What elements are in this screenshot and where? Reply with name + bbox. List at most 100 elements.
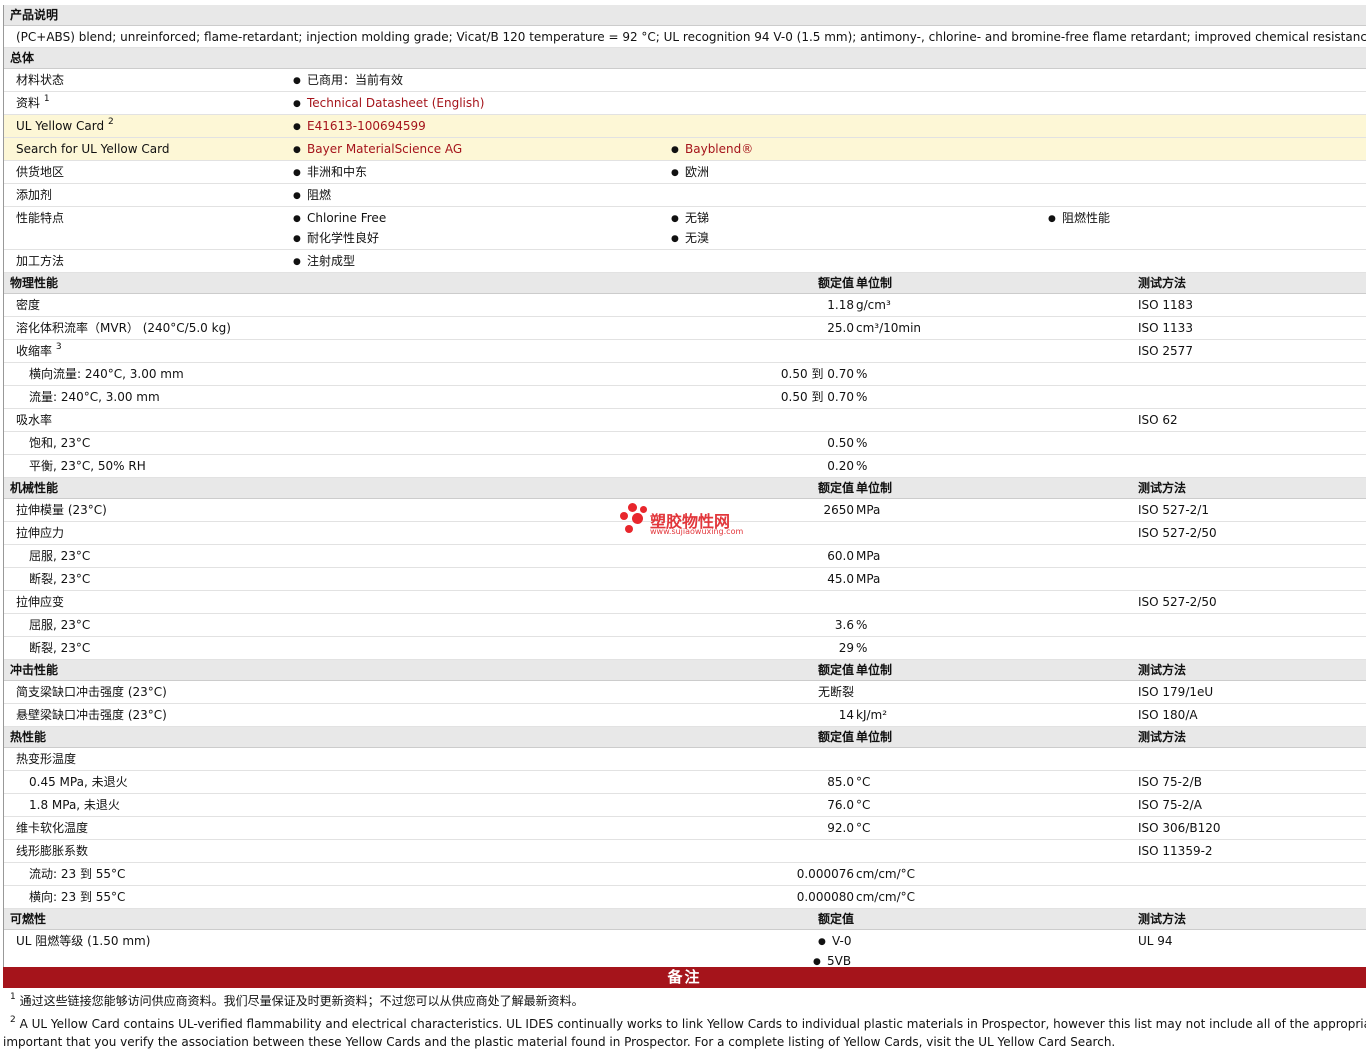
property-row: 线形膨胀系数 ISO 11359-2	[4, 840, 1366, 863]
property-unit: MPa	[856, 572, 881, 586]
test-method: ISO 527-2/50	[1138, 595, 1217, 609]
footnote-2: 2 A UL Yellow Card contains UL-verified …	[10, 1015, 1366, 1032]
property-row: 屈服, 23°C 3.6%	[4, 614, 1366, 637]
property-label: 热变形温度	[16, 752, 77, 766]
col-header-value: 额定值	[817, 481, 854, 495]
property-label: 线形膨胀系数	[16, 844, 89, 858]
bullet-icon: ●	[1048, 214, 1056, 224]
bullet-icon: ●	[293, 145, 301, 155]
property-row: 断裂, 23°C 45.0 MPa	[4, 568, 1366, 591]
test-method: ISO 180/A	[1138, 708, 1198, 722]
property-unit: °C	[856, 775, 871, 789]
section-title: 可燃性	[10, 912, 47, 926]
property-unit: cm³/10min	[856, 321, 922, 335]
property-label: 1.8 MPa, 未退火	[29, 798, 120, 812]
property-unit: °C	[856, 821, 871, 835]
footnote-1: 1 通过这些链接您能够访问供应商资料。我们尽量保证及时更新资料；不过您可以从供应…	[10, 992, 584, 1009]
additive-value: 阻燃	[307, 188, 332, 202]
property-label: 拉伸应力	[16, 526, 65, 540]
property-unit: %	[856, 390, 868, 404]
status-row: 材料状态 ● 已商用：当前有效	[4, 69, 1366, 92]
bullet-icon: ●	[671, 214, 679, 224]
property-unit: cm/cm/°C	[856, 867, 916, 881]
bullet-icon: ●	[293, 99, 301, 109]
section-title: 冲击性能	[10, 663, 59, 677]
col-header-unit: 单位制	[856, 663, 893, 677]
property-row: 平衡, 23°C, 50% RH 0.20%	[4, 455, 1366, 478]
watermark-url: www.sujiaowuxing.com	[650, 527, 744, 536]
section-header-general: 总体	[4, 48, 1366, 69]
property-row: 流量: 240°C, 3.00 mm 0.50 到 0.70%	[4, 386, 1366, 409]
property-unit: %	[856, 459, 868, 473]
property-label: 流量: 240°C, 3.00 mm	[29, 390, 160, 404]
property-row: 溶化体积流率（MVR） (240°C/5.0 kg) 25.0 cm³/10min I…	[4, 317, 1366, 340]
property-row: 断裂, 23°C 29%	[4, 637, 1366, 660]
row-label: Search for UL Yellow Card	[16, 142, 170, 156]
bullet-icon: ●	[293, 122, 301, 132]
test-method: ISO 75-2/B	[1138, 775, 1202, 789]
section-header-impact: 冲击性能 额定值 单位制 测试方法	[4, 660, 1366, 681]
search-ul-row: Search for UL Yellow Card ● Bayer Materi…	[4, 138, 1366, 161]
property-label: 横向: 23 到 55°C	[29, 890, 126, 904]
col-header-unit: 单位制	[856, 481, 893, 495]
supplier-link[interactable]: Bayer MaterialScience AG	[307, 143, 462, 156]
brand-link[interactable]: Bayblend®	[685, 143, 753, 156]
row-label: 材料状态	[16, 73, 65, 87]
property-unit: MPa	[856, 549, 881, 563]
property-row: 热变形温度	[4, 748, 1366, 771]
property-row: 密度 1.18 g/cm³ ISO 1183	[4, 294, 1366, 317]
bullet-icon: ●	[293, 214, 301, 224]
col-header-test: 测试方法	[1138, 730, 1187, 744]
bullet-icon: ●	[293, 76, 301, 86]
property-row: 横向: 23 到 55°C 0.000080 cm/cm/°C	[4, 886, 1366, 909]
property-value: 3.6	[834, 618, 854, 632]
row-label: 性能特点	[16, 211, 65, 225]
property-unit: °C	[856, 798, 871, 812]
property-value: 76.0	[827, 798, 854, 812]
property-row: 横向流量: 240°C, 3.00 mm 0.50 到 0.70%	[4, 363, 1366, 386]
property-label: 饱和, 23°C	[29, 436, 91, 450]
info-row: 资料 1 ● Technical Datasheet (English)	[4, 92, 1366, 115]
property-label: 简支梁缺口冲击强度 (23°C)	[16, 685, 167, 699]
footnote-2-continued: important that you verify the associatio…	[3, 1035, 1116, 1049]
property-label: 横向流量: 240°C, 3.00 mm	[29, 367, 184, 381]
ul-yellow-card-row: UL Yellow Card 2 ● E41613-100694599	[4, 115, 1366, 138]
watermark-logo: 塑胶物性网 www.sujiaowuxing.com	[620, 503, 760, 539]
property-value: 25.0	[827, 321, 854, 335]
process-value: 注射成型	[307, 254, 356, 268]
property-value: 92.0	[827, 821, 854, 835]
region-value: 非洲和中东	[307, 165, 368, 179]
bullet-icon: ●	[671, 145, 679, 155]
flammability-value: V-0	[832, 934, 852, 948]
section-title: 热性能	[10, 730, 47, 744]
feature-value: 无溴	[685, 231, 710, 245]
test-method: UL 94	[1138, 934, 1173, 948]
region-value: 欧洲	[685, 165, 710, 179]
property-label: 断裂, 23°C	[29, 641, 91, 655]
row-label: 资料 1	[16, 94, 50, 110]
property-row: 维卡软化温度 92.0 °C ISO 306/B120	[4, 817, 1366, 840]
logo-dot-icon	[625, 525, 633, 533]
bullet-icon: ●	[671, 234, 679, 244]
property-row: 0.45 MPa, 未退火 85.0 °C ISO 75-2/B	[4, 771, 1366, 794]
property-label: 拉伸应变	[16, 595, 65, 609]
property-value: 45.0	[827, 572, 854, 586]
col-header-value: 额定值	[817, 912, 854, 926]
bullet-icon: ●	[293, 257, 301, 267]
row-label: 供货地区	[16, 165, 65, 179]
property-label: 密度	[16, 298, 41, 312]
section-title: 产品说明	[10, 8, 59, 22]
feature-value: 耐化学性良好	[307, 231, 380, 245]
row-label: UL Yellow Card 2	[16, 117, 114, 133]
ul-card-link[interactable]: E41613-100694599	[307, 120, 426, 133]
property-label: 溶化体积流率（MVR） (240°C/5.0 kg)	[16, 321, 231, 335]
test-method: ISO 2577	[1138, 344, 1193, 358]
test-method: ISO 11359-2	[1138, 844, 1213, 858]
property-unit: %	[856, 367, 868, 381]
bullet-icon: ●	[293, 191, 301, 201]
process-row: 加工方法 ● 注射成型	[4, 250, 1366, 273]
property-row: 收缩率 3 ISO 2577	[4, 340, 1366, 363]
technical-datasheet-link[interactable]: Technical Datasheet (English)	[307, 97, 484, 110]
region-row: 供货地区 ● 非洲和中东 ● 欧洲	[4, 161, 1366, 184]
logo-dot-icon	[640, 506, 647, 513]
